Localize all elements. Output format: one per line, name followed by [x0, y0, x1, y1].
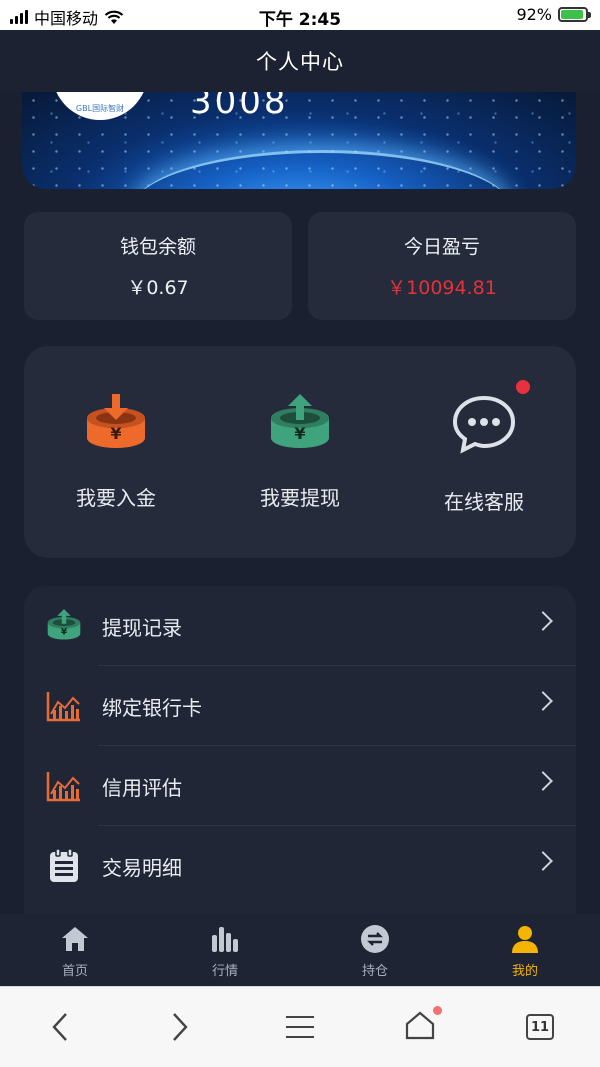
deposit-button[interactable]: ¥ 我要入金: [24, 386, 208, 511]
quick-actions: ¥ 我要入金 ¥ 我要提现 在线客服: [24, 346, 576, 558]
profile-banner: GBL国际智财 3008: [22, 92, 576, 189]
logo-text: GBL国际智财: [75, 104, 125, 113]
wallet-balance-card: 钱包余额 ￥0.67: [24, 212, 292, 320]
menu-item-label: 绑定银行卡: [102, 695, 202, 720]
menu-item-label: 交易明细: [102, 855, 182, 880]
tab-label: 我的: [511, 963, 538, 979]
daily-pnl-value: ￥10094.81: [387, 277, 497, 299]
withdraw-icon: ¥: [271, 394, 329, 448]
daily-pnl-label: 今日盈亏: [403, 236, 480, 258]
tab-mine[interactable]: 我的: [450, 914, 600, 986]
tabs-count: 11: [526, 1014, 554, 1040]
browser-forward-button[interactable]: [120, 987, 240, 1067]
clipboard-icon: [50, 848, 78, 882]
tab-positions[interactable]: 持仓: [300, 914, 450, 986]
battery-icon: [558, 7, 591, 22]
notification-dot: [433, 1006, 442, 1015]
home-icon: [62, 926, 88, 951]
browser-tabs-button[interactable]: 11: [480, 987, 600, 1067]
browser-toolbar: 11: [0, 986, 600, 1067]
notification-dot: [516, 380, 530, 394]
menu-list: ¥ 提现记录 绑定银行卡 信用评估 交易明细: [24, 586, 576, 916]
menu-icon: [286, 1016, 314, 1038]
svg-text:¥: ¥: [294, 424, 305, 443]
tab-market[interactable]: 行情: [150, 914, 300, 986]
tab-label: 持仓: [361, 963, 388, 979]
menu-item-transaction-details[interactable]: 交易明细: [24, 826, 576, 906]
status-right: 92%: [516, 5, 591, 24]
tab-home[interactable]: 首页: [0, 914, 150, 986]
user-icon: [512, 925, 538, 953]
deposit-label: 我要入金: [76, 486, 156, 510]
chart-icon: [46, 692, 80, 722]
deposit-icon: ¥: [87, 394, 145, 448]
menu-item-withdraw-record[interactable]: ¥ 提现记录: [24, 586, 576, 666]
wallet-balance-value: ￥0.67: [127, 277, 189, 299]
page-title: 个人中心: [0, 30, 600, 92]
chat-icon: [452, 395, 516, 454]
withdraw-label: 我要提现: [260, 486, 340, 510]
menu-item-credit-assessment[interactable]: 信用评估: [24, 746, 576, 826]
tab-label: 行情: [211, 963, 238, 979]
customer-service-label: 在线客服: [444, 490, 524, 514]
withdraw-record-icon: ¥: [47, 609, 81, 640]
browser-home-button[interactable]: [360, 987, 480, 1067]
withdraw-button[interactable]: ¥ 我要提现: [208, 386, 392, 511]
exchange-icon: [361, 924, 389, 953]
battery-percent: 92%: [516, 5, 552, 24]
menu-item-bind-bank-card[interactable]: 绑定银行卡: [24, 666, 576, 746]
chevron-right-icon: [533, 851, 553, 871]
menu-item-label: 信用评估: [102, 775, 182, 800]
tab-label: 首页: [61, 963, 88, 979]
bar-chart-icon: [212, 926, 238, 952]
home-outline-icon: [405, 1011, 435, 1040]
browser-menu-button[interactable]: [240, 987, 360, 1067]
status-time: 下午 2:45: [258, 10, 342, 30]
chevron-right-icon: [533, 611, 553, 631]
daily-pnl-card: 今日盈亏 ￥10094.81: [308, 212, 576, 320]
chevron-right-icon: [533, 691, 553, 711]
svg-text:¥: ¥: [110, 424, 121, 443]
wallet-balance-label: 钱包余额: [119, 236, 196, 258]
bottom-tab-bar: 首页 行情 持仓 我的: [0, 914, 600, 986]
menu-item-label: 提现记录: [102, 615, 182, 640]
user-id: 3008: [190, 92, 289, 122]
customer-service-button[interactable]: 在线客服: [392, 380, 576, 515]
chevron-right-icon: [533, 771, 553, 791]
chart-icon: [46, 772, 80, 802]
chevron-left-icon: [52, 1013, 67, 1041]
chevron-right-icon: [173, 1013, 188, 1041]
browser-back-button[interactable]: [0, 987, 120, 1067]
svg-text:¥: ¥: [61, 627, 68, 637]
status-bar: 中国移动 下午 2:45 92%: [0, 0, 600, 30]
